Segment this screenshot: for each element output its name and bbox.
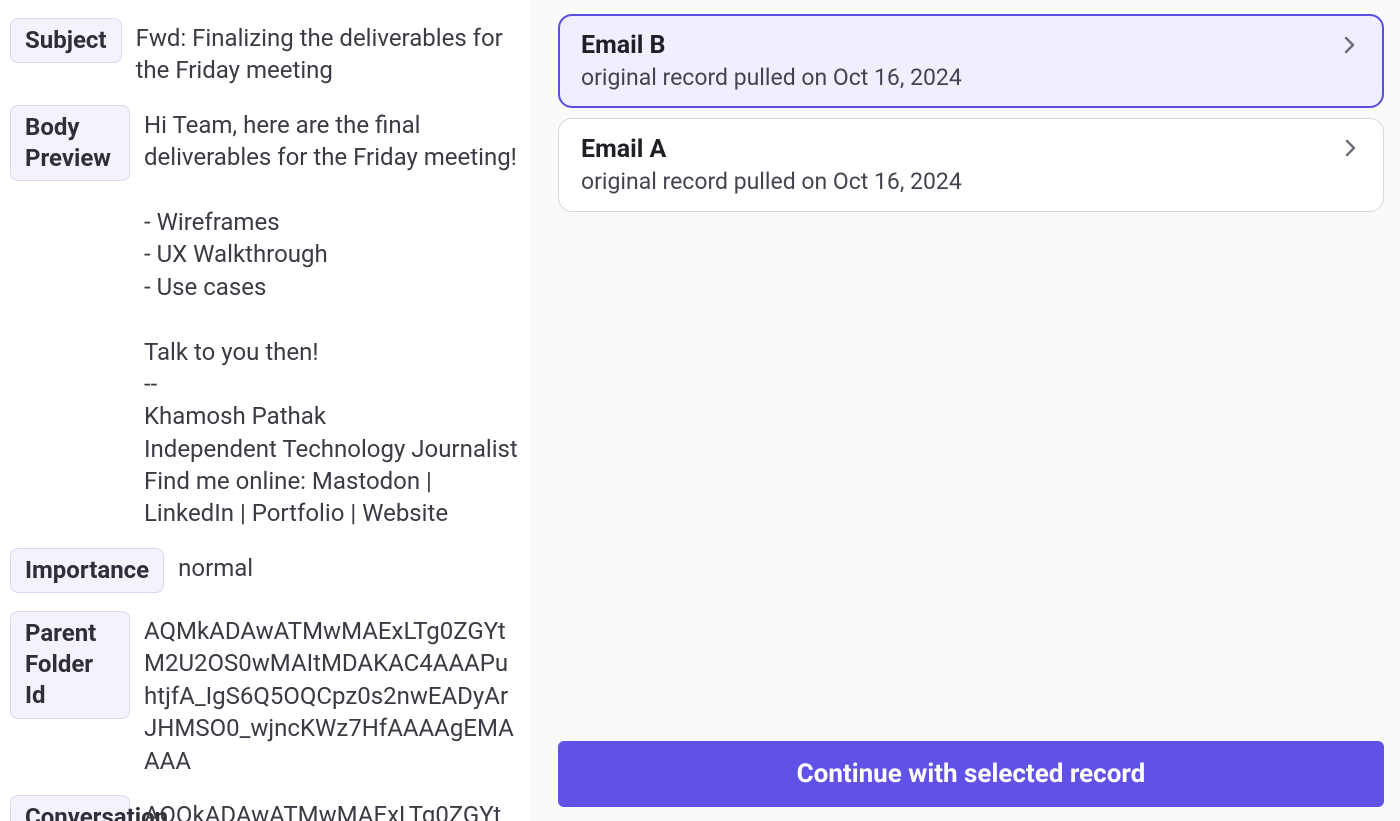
importance-value: normal	[178, 548, 520, 584]
spacer	[558, 222, 1384, 731]
field-parent-folder-id: Parent Folder Id AQMkADAwATMwMAExLTg0ZGY…	[10, 611, 520, 777]
record-option-title: Email A	[581, 135, 1327, 164]
record-option-subtitle: original record pulled on Oct 16, 2024	[581, 64, 1327, 91]
record-picker-panel: Email B original record pulled on Oct 16…	[530, 0, 1400, 821]
record-option-email-a[interactable]: Email A original record pulled on Oct 16…	[558, 118, 1384, 212]
body-preview-value: Hi Team, here are the final deliverables…	[144, 105, 520, 530]
record-option-title: Email B	[581, 31, 1327, 60]
conversation-id-value: AQQkADAwATMwMAExLTg0ZGYtM2U2OS0wMAItMDA	[144, 795, 520, 821]
parent-folder-id-value: AQMkADAwATMwMAExLTg0ZGYtM2U2OS0wMAItMDAK…	[144, 611, 520, 777]
field-importance: Importance normal	[10, 548, 520, 593]
app-root: Subject Fwd: Finalizing the deliverables…	[0, 0, 1400, 821]
importance-label: Importance	[10, 548, 164, 593]
details-panel: Subject Fwd: Finalizing the deliverables…	[0, 0, 530, 821]
chevron-right-icon	[1339, 137, 1361, 159]
parent-folder-id-label: Parent Folder Id	[10, 611, 130, 719]
conversation-id-label: Conversation Id	[10, 795, 130, 821]
body-preview-label: Body Preview	[10, 105, 130, 181]
field-conversation-id: Conversation Id AQQkADAwATMwMAExLTg0ZGYt…	[10, 795, 520, 821]
subject-label: Subject	[10, 18, 122, 63]
continue-button[interactable]: Continue with selected record	[558, 741, 1384, 807]
chevron-right-icon	[1338, 34, 1360, 56]
field-subject: Subject Fwd: Finalizing the deliverables…	[10, 18, 520, 87]
subject-value: Fwd: Finalizing the deliverables for the…	[136, 18, 520, 87]
field-body-preview: Body Preview Hi Team, here are the final…	[10, 105, 520, 530]
record-option-subtitle: original record pulled on Oct 16, 2024	[581, 168, 1327, 195]
record-option-email-b[interactable]: Email B original record pulled on Oct 16…	[558, 14, 1384, 108]
